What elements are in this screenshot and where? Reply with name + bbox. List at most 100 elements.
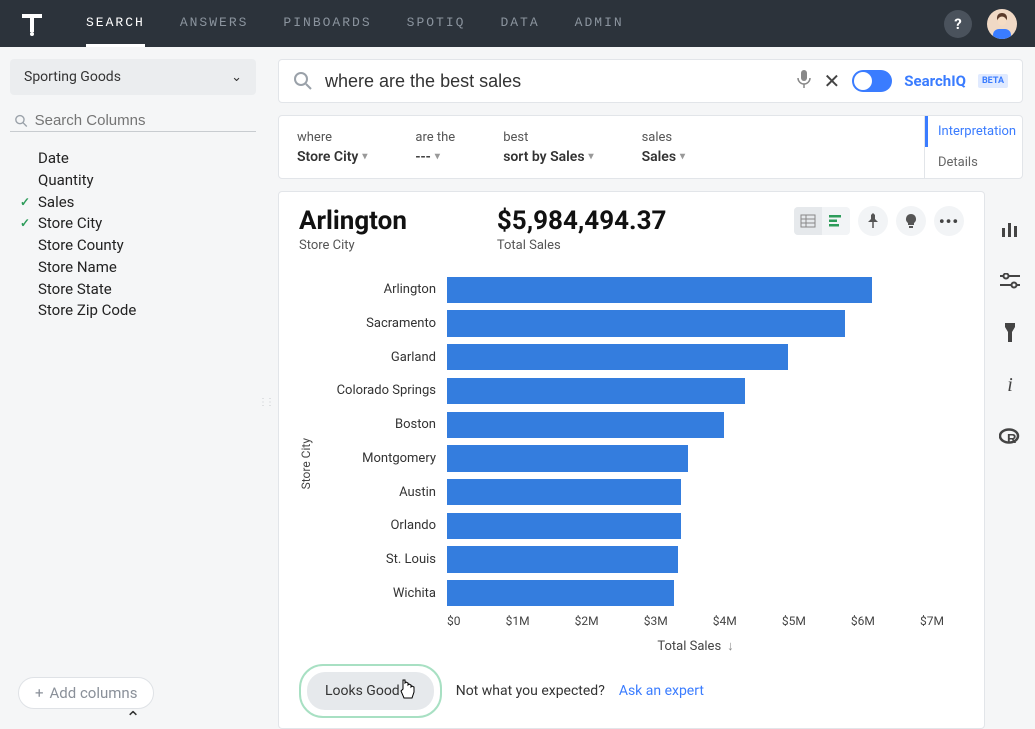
- bar[interactable]: [447, 412, 724, 438]
- category-label: Boston: [319, 408, 444, 442]
- sort-down-icon[interactable]: ↓: [727, 638, 734, 654]
- nav-search[interactable]: SEARCH: [86, 0, 145, 47]
- pin-icon[interactable]: [858, 206, 888, 236]
- x-axis-label: Total Sales↓: [447, 638, 944, 654]
- bar[interactable]: [447, 513, 681, 539]
- category-label: Colorado Springs: [319, 374, 444, 408]
- nav-data[interactable]: DATA: [500, 0, 539, 47]
- y-axis-label: Store City: [299, 438, 313, 489]
- category-label: Wichita: [319, 576, 444, 610]
- chevron-down-icon: ⌄: [231, 70, 242, 85]
- datasource-selector[interactable]: Sporting Goods ⌄: [10, 59, 256, 95]
- bar-row: [447, 509, 944, 543]
- category-label: Austin: [319, 475, 444, 509]
- searchiq-label: SearchIQ: [904, 72, 966, 90]
- looks-good-button[interactable]: Looks Good: [307, 672, 434, 710]
- metric-value: $5,984,494.37: [497, 206, 667, 236]
- category-label: St. Louis: [319, 543, 444, 577]
- top-nav: SEARCH ANSWERS PINBOARDS SPOTIQ DATA ADMIN ?: [0, 0, 1035, 47]
- chart-config-icon[interactable]: [998, 217, 1022, 241]
- tab-interpretation[interactable]: Interpretation: [925, 116, 1022, 147]
- bar-row: [447, 273, 944, 307]
- bar-row: [447, 442, 944, 476]
- searchiq-toggle[interactable]: [852, 70, 892, 92]
- ask-expert-link[interactable]: Ask an expert: [619, 683, 704, 699]
- column-date[interactable]: Date: [20, 148, 256, 170]
- svg-text:R: R: [1007, 431, 1017, 446]
- category-label: Garland: [319, 340, 444, 374]
- r-script-icon[interactable]: R: [998, 425, 1022, 449]
- view-toggle: [794, 207, 850, 235]
- app-logo[interactable]: [18, 10, 46, 38]
- bar[interactable]: [447, 378, 745, 404]
- token-sales[interactable]: salesSales ▾: [642, 130, 685, 165]
- column-sales[interactable]: Sales: [20, 192, 256, 214]
- bar[interactable]: [447, 344, 788, 370]
- column-store-city[interactable]: Store City: [20, 213, 256, 235]
- token-where[interactable]: whereStore City ▾: [297, 130, 367, 165]
- chevron-up-icon[interactable]: ⌃: [125, 708, 140, 729]
- content-area: ✕ SearchIQ BETA whereStore City ▾ are the…: [266, 47, 1035, 729]
- category-label: Orlando: [319, 509, 444, 543]
- token-are-the[interactable]: are the--- ▾: [415, 130, 455, 165]
- search-icon: [14, 113, 29, 129]
- metric-sub: Total Sales: [497, 238, 667, 253]
- add-columns-button[interactable]: + Add columns: [18, 677, 154, 709]
- microphone-icon[interactable]: [796, 69, 812, 93]
- search-columns-field[interactable]: [10, 110, 256, 132]
- bar-row: [447, 543, 944, 577]
- headline-sub: Store City: [299, 238, 407, 253]
- lightbulb-icon[interactable]: [896, 206, 926, 236]
- more-icon[interactable]: •••: [934, 206, 964, 236]
- feedback-prompt: Not what you expected?: [456, 683, 605, 699]
- search-columns-input[interactable]: [35, 112, 252, 129]
- table-view-icon[interactable]: [794, 207, 822, 235]
- category-label: Sacramento: [319, 307, 444, 341]
- x-tick: $3M: [644, 614, 668, 632]
- columns-list: DateQuantitySalesStore CityStore CountyS…: [10, 148, 256, 322]
- nav-admin[interactable]: ADMIN: [575, 0, 624, 47]
- column-store-zip-code[interactable]: Store Zip Code: [20, 300, 256, 322]
- search-input[interactable]: [325, 71, 796, 92]
- cursor-icon: [398, 678, 416, 704]
- add-columns-label: Add columns: [50, 684, 138, 702]
- column-quantity[interactable]: Quantity: [20, 170, 256, 192]
- x-tick: $4M: [713, 614, 737, 632]
- nav-pinboards[interactable]: PINBOARDS: [283, 0, 371, 47]
- bar[interactable]: [447, 580, 674, 606]
- help-button[interactable]: ?: [944, 10, 972, 38]
- search-bar: ✕ SearchIQ BETA: [278, 59, 1023, 103]
- bar-row: [447, 340, 944, 374]
- interpretation-tokens: whereStore City ▾ are the--- ▾ bestsort by…: [279, 116, 924, 178]
- x-tick: $7M: [920, 614, 944, 632]
- info-icon[interactable]: i: [998, 373, 1022, 397]
- beta-badge: BETA: [978, 74, 1008, 88]
- bar[interactable]: [447, 479, 681, 505]
- clear-icon[interactable]: ✕: [824, 69, 841, 93]
- bar-row: [447, 576, 944, 610]
- category-label: Montgomery: [319, 442, 444, 476]
- chart: Store City ArlingtonSacramentoGarlandCol…: [299, 273, 964, 654]
- user-avatar[interactable]: [987, 9, 1017, 39]
- bar-row: [447, 475, 944, 509]
- bar-row: [447, 307, 944, 341]
- bar-row: [447, 374, 944, 408]
- column-store-name[interactable]: Store Name: [20, 257, 256, 279]
- bar[interactable]: [447, 546, 678, 572]
- tab-details[interactable]: Details: [925, 147, 1022, 178]
- nav-items: SEARCH ANSWERS PINBOARDS SPOTIQ DATA ADMIN: [86, 0, 624, 47]
- nav-spotiq[interactable]: SPOTIQ: [407, 0, 466, 47]
- x-tick: $0: [447, 614, 461, 632]
- x-tick: $1M: [506, 614, 530, 632]
- nav-answers[interactable]: ANSWERS: [180, 0, 249, 47]
- column-store-county[interactable]: Store County: [20, 235, 256, 257]
- bar[interactable]: [447, 277, 872, 303]
- flashlight-icon[interactable]: [998, 321, 1022, 345]
- settings-icon[interactable]: [998, 269, 1022, 293]
- chart-view-icon[interactable]: [822, 207, 850, 235]
- interpretation-tabs: InterpretationDetails: [924, 116, 1022, 178]
- bar[interactable]: [447, 445, 688, 471]
- token-best[interactable]: bestsort by Sales ▾: [503, 130, 593, 165]
- bar[interactable]: [447, 310, 845, 336]
- column-store-state[interactable]: Store State: [20, 279, 256, 301]
